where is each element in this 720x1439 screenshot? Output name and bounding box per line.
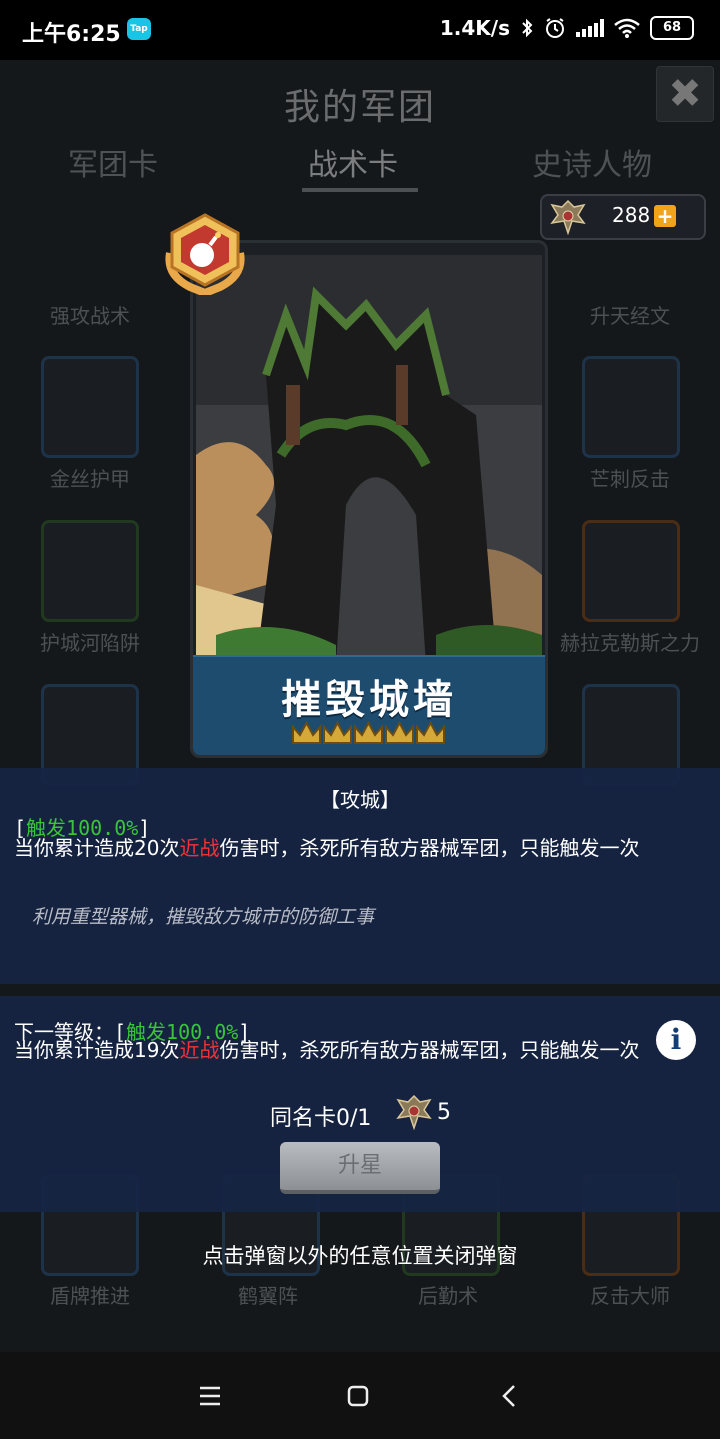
crown-icon xyxy=(292,720,321,744)
card-slot[interactable] xyxy=(41,520,139,622)
card-label: 鹤翼阵 xyxy=(238,1284,298,1308)
card-label: 升天经文 xyxy=(590,304,670,328)
navigation-bar xyxy=(0,1352,720,1439)
bluetooth-icon xyxy=(522,18,533,38)
signal-icon xyxy=(576,19,604,37)
taptap-icon: Tap xyxy=(127,18,151,40)
card-slot[interactable] xyxy=(582,356,680,458)
card-label: 后勤术 xyxy=(418,1284,478,1308)
alarm-icon xyxy=(546,18,564,38)
close-button[interactable]: ✖ xyxy=(656,66,714,122)
card-label: 反击大师 xyxy=(590,1284,670,1308)
upgrade-star-button[interactable]: 升星 xyxy=(280,1142,440,1194)
star-rating xyxy=(291,719,447,747)
active-tab-underline xyxy=(302,188,418,192)
card-category: 【攻城】 xyxy=(320,788,400,812)
card-label: 盾牌推进 xyxy=(50,1284,130,1308)
crown-icon xyxy=(323,720,352,744)
status-bar: 上午6:25 Tap 1.4K/s 68 xyxy=(0,0,720,60)
tab-epic-heroes[interactable]: 史诗人物 xyxy=(532,140,652,184)
home-icon[interactable] xyxy=(338,1376,378,1416)
card-slot[interactable] xyxy=(41,356,139,458)
eagle-emblem-icon xyxy=(396,1094,432,1131)
effect-description: 当你累计造成20次近战伤害时，杀死所有敌方器械军团，只能触发一次 xyxy=(14,836,640,860)
current-effect-panel: 【攻城】 [触发100.0%] 当你累计造成20次近战伤害时，杀死所有敌方器械军… xyxy=(0,768,720,984)
info-icon[interactable]: i xyxy=(656,1020,696,1060)
battery-icon: 68 xyxy=(650,16,694,40)
next-level-description: 当你累计造成19次近战伤害时，杀死所有敌方器械军团，只能触发一次 xyxy=(14,1038,640,1062)
status-icons: 1.4K/s 68 xyxy=(440,16,694,40)
bomb-medal-icon xyxy=(165,213,245,295)
card-label: 赫拉克勒斯之力 xyxy=(560,631,700,655)
melee-keyword: 近战 xyxy=(179,1038,220,1062)
currency-display: 288 + xyxy=(540,194,706,240)
card-title-box: 摧毁城墙 xyxy=(193,655,545,755)
card-label: 芒刺反击 xyxy=(590,467,670,491)
add-currency-button[interactable]: + xyxy=(654,205,676,227)
card-slot[interactable] xyxy=(582,520,680,622)
net-speed: 1.4K/s xyxy=(439,16,510,40)
next-level-panel: 下一等级：[触发100.0%] 当你累计造成19次近战伤害时，杀死所有敌方器械军… xyxy=(0,996,720,1212)
ruined-wall-artwork xyxy=(196,255,542,665)
card-name: 摧毁城墙 xyxy=(281,677,457,723)
crown-icon xyxy=(385,720,414,744)
tab-legion-cards[interactable]: 军团卡 xyxy=(68,140,158,184)
flavor-text: 利用重型器械，摧毁敌方城市的防御工事 xyxy=(32,906,375,928)
wifi-icon xyxy=(614,18,640,38)
crown-icon xyxy=(354,720,383,744)
back-icon[interactable] xyxy=(490,1376,530,1416)
card-label: 强攻战术 xyxy=(50,304,130,328)
menu-icon[interactable] xyxy=(190,1376,230,1416)
upgrade-cost: 5 xyxy=(437,1100,451,1125)
tab-tactic-cards[interactable]: 战术卡 xyxy=(308,140,398,184)
status-time: 上午6:25 xyxy=(22,22,121,47)
tab-bar: 军团卡 战术卡 史诗人物 xyxy=(0,140,720,192)
close-hint[interactable]: 点击弹窗以外的任意位置关闭弹窗 xyxy=(0,1240,720,1270)
currency-value: 288 xyxy=(612,203,651,227)
eagle-emblem-icon xyxy=(550,199,586,236)
same-card-count: 同名卡0/1 xyxy=(270,1106,372,1131)
crown-icon xyxy=(416,720,445,744)
card-label: 金丝护甲 xyxy=(50,467,130,491)
tactic-card: 摧毁城墙 xyxy=(190,240,548,758)
card-label: 护城河陷阱 xyxy=(40,631,140,655)
melee-keyword: 近战 xyxy=(179,836,220,860)
page-title: 我的军团 xyxy=(283,87,436,128)
